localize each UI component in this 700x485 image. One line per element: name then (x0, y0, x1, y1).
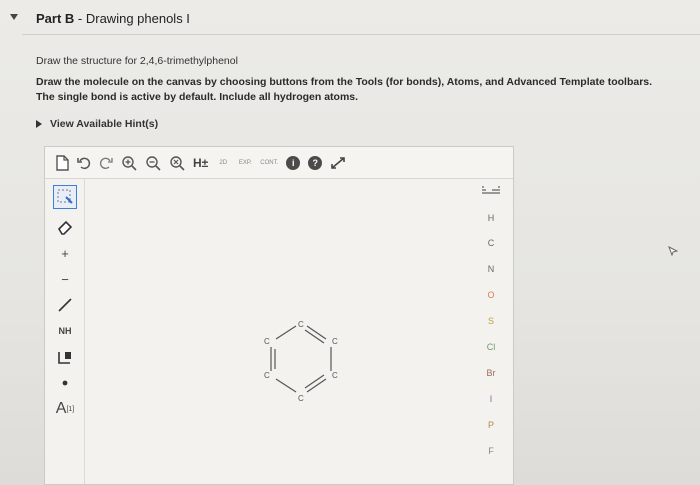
help-button[interactable]: ? (308, 154, 323, 172)
editor-toolbar: H± 2D EXP. CONT. i ? (45, 147, 513, 179)
atom-button-o[interactable]: O (469, 290, 513, 300)
single-bond-icon[interactable] (53, 293, 77, 317)
info-button[interactable]: i (286, 154, 301, 172)
atom-label: C (264, 337, 270, 346)
molecule-structure: C C C C C C (264, 320, 338, 403)
atom-label: C (298, 394, 304, 403)
page: Part B - Drawing phenols I Draw the stru… (0, 0, 700, 485)
increase-charge-button[interactable]: + (53, 241, 77, 265)
atom-button-s[interactable]: S (469, 316, 513, 326)
template-icon[interactable] (53, 345, 77, 369)
mouse-cursor-icon (668, 245, 679, 259)
zoom-in-icon[interactable] (121, 154, 137, 172)
atom-button-h[interactable]: H (469, 213, 513, 223)
expand-triangle-icon (36, 120, 42, 128)
question-text: Draw the structure for 2,4,6-trimethylph… (36, 55, 238, 67)
selection-tool[interactable] (53, 185, 77, 209)
view-hints-link[interactable]: View Available Hint(s) (36, 118, 158, 130)
divider (22, 34, 700, 35)
atom-label-letter: A (55, 400, 67, 417)
lone-pair-icon[interactable] (53, 371, 77, 395)
fullscreen-icon[interactable] (330, 154, 346, 172)
eraser-icon[interactable] (53, 215, 77, 239)
zoom-out-icon[interactable] (145, 154, 161, 172)
part-separator: - (74, 11, 86, 26)
expand-button[interactable]: EXP. (238, 154, 252, 172)
new-document-icon[interactable] (55, 154, 69, 172)
atom-button-c[interactable]: C (469, 238, 513, 248)
marvin-editor: H± 2D EXP. CONT. i ? + − NH A [1] C C C … (44, 146, 514, 485)
help-icon: ? (308, 155, 323, 170)
chain-tool[interactable]: NH (53, 319, 77, 343)
undo-icon[interactable] (77, 154, 91, 172)
atom-label: C (332, 371, 338, 380)
atom-label-superscript: [1] (66, 405, 75, 413)
atom-button-n[interactable]: N (469, 264, 513, 274)
part-title: Part B - Drawing phenols I (36, 11, 190, 26)
hint-label: View Available Hint(s) (50, 118, 159, 130)
clean-2d-button[interactable]: 2D (216, 154, 230, 172)
periodic-table-icon[interactable] (469, 186, 513, 198)
info-icon: i (286, 155, 301, 170)
atom-button-i[interactable]: I (469, 394, 513, 404)
atom-label: C (298, 320, 304, 329)
redo-icon[interactable] (99, 154, 113, 172)
hydrogens-button[interactable]: H± (193, 154, 208, 172)
part-title-text: Drawing phenols I (85, 11, 190, 26)
part-prefix: Part B (36, 11, 75, 26)
atom-button-p[interactable]: P (469, 420, 513, 430)
contract-button[interactable]: CONT. (260, 154, 278, 172)
atom-label: C (332, 337, 338, 346)
drawing-canvas[interactable]: C C C C C C (86, 180, 466, 484)
atoms-toolbar: H C N O S Cl Br I P F (469, 180, 513, 484)
atom-label-tool[interactable]: A [1] (53, 397, 77, 421)
atom-label: C (264, 371, 270, 380)
zoom-fit-icon[interactable] (169, 154, 185, 172)
instructions: Draw the molecule on the canvas by choos… (36, 76, 653, 103)
collapse-arrow-icon[interactable] (10, 14, 18, 20)
tools-toolbar: + − NH A [1] (45, 179, 85, 484)
atom-button-cl[interactable]: Cl (469, 342, 513, 352)
atom-button-f[interactable]: F (469, 446, 513, 456)
decrease-charge-button[interactable]: − (53, 267, 77, 291)
atom-button-br[interactable]: Br (469, 368, 513, 378)
